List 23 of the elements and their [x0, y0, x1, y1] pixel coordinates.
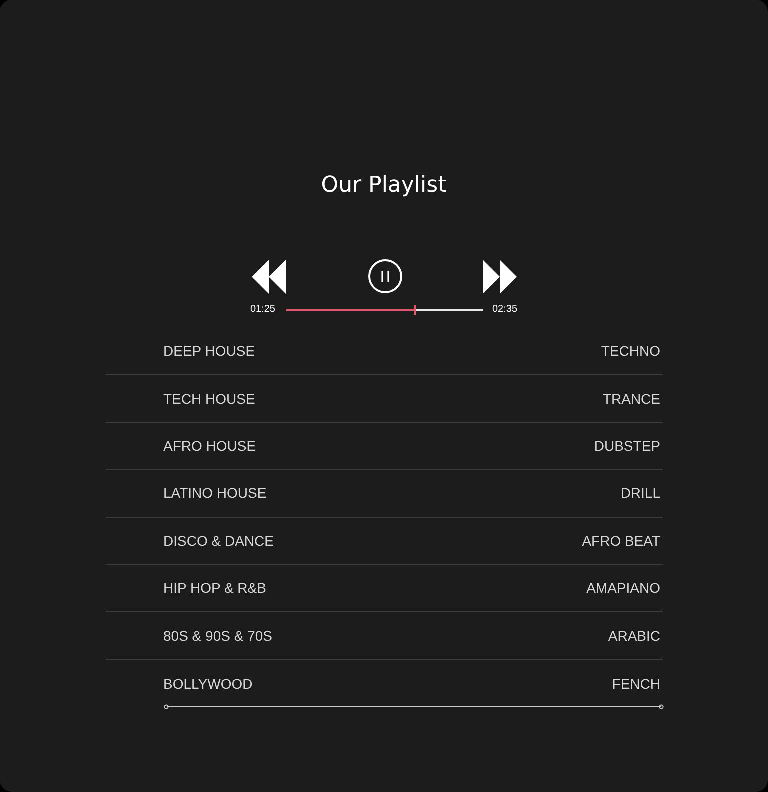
genre-item[interactable]: 80S & 90S & 70S: [164, 628, 272, 644]
genre-item[interactable]: AFRO HOUSE: [164, 438, 256, 454]
total-time: 02:35: [492, 304, 518, 315]
fast-forward-icon[interactable]: [482, 260, 518, 294]
genre-item[interactable]: HIP HOP & R&B: [164, 580, 266, 596]
rewind-icon[interactable]: [252, 260, 288, 294]
genre-item[interactable]: TECH HOUSE: [164, 390, 256, 407]
genre-item[interactable]: LATINO HOUSE: [164, 485, 267, 502]
playlist-title: Our Playlist: [321, 172, 447, 200]
genre-item[interactable]: DRILL: [620, 485, 660, 502]
elapsed-time: 01:25: [250, 304, 276, 315]
genre-item[interactable]: DUBSTEP: [594, 438, 660, 454]
genre-item[interactable]: DISCO & DANCE: [164, 532, 274, 549]
pause-icon[interactable]: [368, 259, 402, 294]
genre-item[interactable]: BOLLYWOOD: [164, 676, 253, 692]
genre-item[interactable]: AFRO BEAT: [582, 532, 660, 549]
genre-item[interactable]: DEEP HOUSE: [164, 343, 256, 360]
genre-item[interactable]: ARABIC: [608, 628, 660, 644]
genre-item[interactable]: TECHNO: [601, 343, 660, 360]
progress-thumb[interactable]: [414, 304, 416, 314]
genre-item[interactable]: TRANCE: [602, 390, 660, 407]
genre-item[interactable]: FENCH: [612, 676, 660, 692]
genre-item[interactable]: AMAPIANO: [586, 580, 660, 596]
